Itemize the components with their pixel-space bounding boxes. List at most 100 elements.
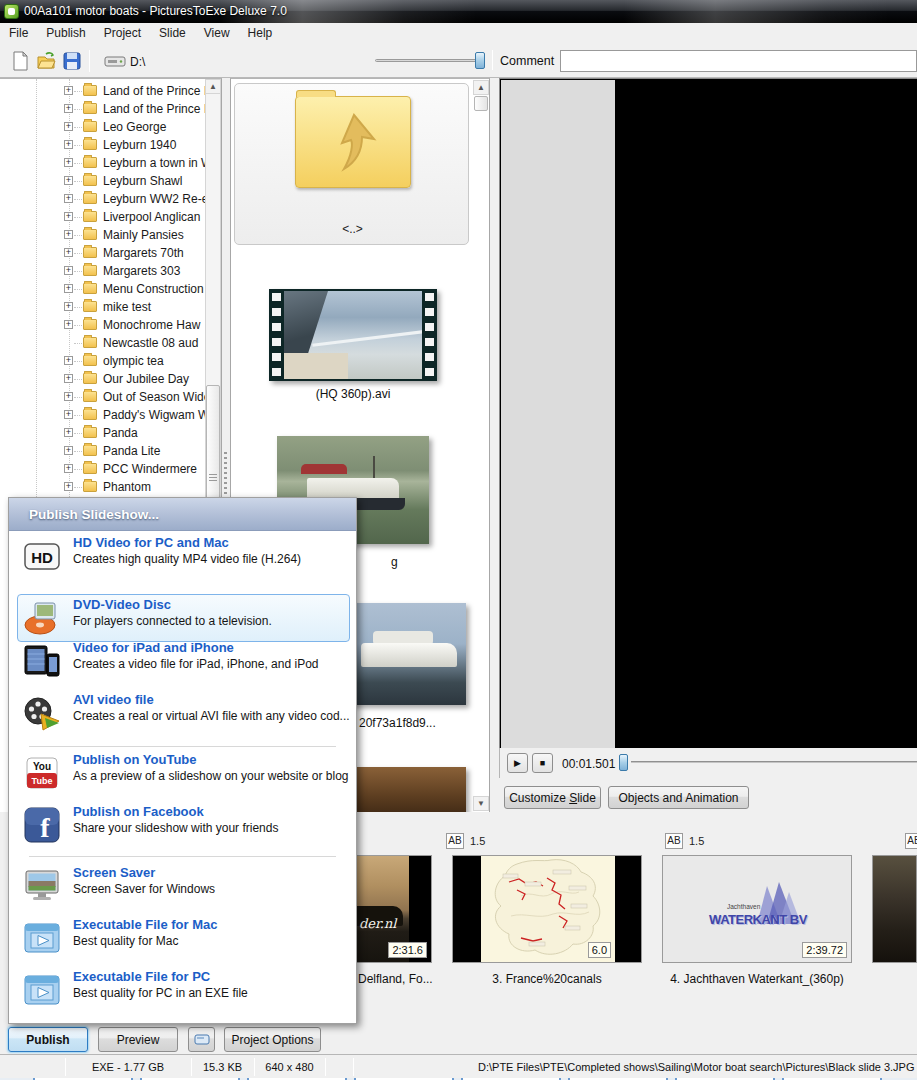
slide-label[interactable]: 3. France%20canals [452, 972, 642, 986]
tree-item[interactable]: Phantom [0, 478, 222, 496]
menu-slide[interactable]: Slide [150, 24, 195, 42]
expand-icon[interactable] [64, 482, 73, 491]
expand-icon[interactable] [64, 158, 73, 167]
tree-item[interactable]: mike test [0, 298, 222, 316]
tree-scrollbar-up-icon[interactable]: ▲ [205, 79, 221, 94]
timeline-slide[interactable]: Jachthaven WATERKANT BV 2:39.72 [662, 855, 852, 963]
expand-icon[interactable] [64, 176, 73, 185]
expand-icon[interactable] [64, 266, 73, 275]
timeline-slide[interactable]: 6.0 [452, 855, 642, 963]
publish-button[interactable]: Publish [8, 1027, 88, 1052]
tree-item[interactable]: Mainly Pansies [0, 226, 222, 244]
thumbnail-size-slider-handle[interactable] [475, 52, 485, 69]
preview-button[interactable]: Preview [98, 1027, 178, 1052]
comment-input[interactable] [560, 50, 917, 72]
seek-slider-handle[interactable] [619, 754, 628, 771]
toolbar-separator [89, 50, 90, 72]
menu-help[interactable]: Help [239, 24, 282, 42]
expand-icon[interactable] [64, 140, 73, 149]
thumbnail-size-slider-track[interactable] [375, 59, 483, 62]
menu-item-hd-video[interactable]: HD HD Video for PC and Mac Creates high … [9, 535, 356, 579]
menu-view[interactable]: View [195, 24, 239, 42]
tree-item[interactable]: Land of the Prince I [0, 82, 222, 100]
tree-item[interactable]: Newcastle 08 aud [0, 334, 222, 352]
project-options-button[interactable]: Project Options [224, 1027, 321, 1052]
expand-icon[interactable] [64, 410, 73, 419]
expand-icon[interactable] [64, 122, 73, 131]
objects-animation-button[interactable]: Objects and Animation [608, 786, 749, 809]
timeline-slide[interactable] [872, 855, 917, 963]
play-button[interactable]: ▶ [507, 753, 528, 773]
menu-item-youtube[interactable]: YouTube Publish on YouTube As a preview … [9, 752, 356, 796]
expand-icon[interactable] [64, 464, 73, 473]
expand-icon[interactable] [64, 428, 73, 437]
expand-icon[interactable] [64, 86, 73, 95]
tree-item[interactable]: Leyburn a town in W [0, 154, 222, 172]
files-scrollbar-up-icon[interactable]: ▲ [473, 80, 489, 95]
tree-item[interactable]: Leyburn 1940 [0, 136, 222, 154]
menu-item-screensaver[interactable]: Screen Saver Screen Saver for Windows [9, 865, 356, 909]
tree-item[interactable]: Land of the Prince I [0, 100, 222, 118]
expand-icon[interactable] [64, 212, 73, 221]
expand-icon[interactable] [64, 446, 73, 455]
customize-slide-button[interactable]: Customize Slide [504, 786, 601, 809]
open-project-icon[interactable] [36, 51, 56, 71]
tree-item[interactable]: Margarets 303 [0, 262, 222, 280]
menu-file[interactable]: File [0, 24, 37, 42]
tree-item[interactable]: Leyburn WW2 Re-e [0, 190, 222, 208]
transition-ab-badge[interactable]: AB [446, 833, 464, 849]
expand-icon[interactable] [64, 284, 73, 293]
menu-item-facebook[interactable]: f Publish on Facebook Share your slidesh… [9, 804, 356, 848]
files-scrollbar-down-icon[interactable]: ▼ [473, 796, 489, 811]
expand-icon[interactable] [64, 194, 73, 203]
expand-icon[interactable] [64, 356, 73, 365]
tree-item[interactable]: Our Jubilee Day [0, 370, 222, 388]
expand-icon[interactable] [64, 302, 73, 311]
transition-ab-badge[interactable]: AB [665, 833, 683, 849]
expand-icon[interactable] [64, 374, 73, 383]
tree-item[interactable]: Leyburn Shawl [0, 172, 222, 190]
expand-icon[interactable] [64, 230, 73, 239]
photo-thumbnail[interactable] [351, 603, 466, 705]
drive-selector[interactable]: D:\ [130, 55, 145, 69]
tree-item[interactable]: Margarets 70th [0, 244, 222, 262]
stop-button[interactable]: ■ [532, 753, 553, 773]
tree-item[interactable]: Panda Lite [0, 442, 222, 460]
expand-icon[interactable] [64, 104, 73, 113]
menu-item-exe-pc[interactable]: Executable File for PC Best quality for … [9, 969, 356, 1013]
new-project-icon[interactable] [10, 51, 30, 71]
menu-item-dvd-video[interactable]: DVD-Video Disc For players connected to … [9, 597, 356, 641]
tree-item[interactable]: Leo George [0, 118, 222, 136]
menu-item-exe-mac[interactable]: Executable File for Mac Best quality for… [9, 917, 356, 961]
tree-item[interactable]: Liverpool Anglican [0, 208, 222, 226]
slide-label[interactable]: Delfland, Fo... [358, 972, 433, 986]
menu-item-avi-video[interactable]: AVI video file Creates a real or virtual… [9, 692, 356, 736]
tree-item[interactable]: Out of Season Wide [0, 388, 222, 406]
files-scrollbar-thumb[interactable] [474, 96, 488, 111]
tree-item[interactable]: Paddy's Wigwam W [0, 406, 222, 424]
video-thumbnail[interactable] [269, 289, 437, 381]
tree-item[interactable]: PCC Windermere [0, 460, 222, 478]
slide-label[interactable]: 4. Jachthaven Waterkant_(360p) [662, 972, 852, 986]
tree-item[interactable]: olympic tea [0, 352, 222, 370]
tree-item[interactable]: Monochrome Haw [0, 316, 222, 334]
tree-item[interactable]: Panda [0, 424, 222, 442]
menu-project[interactable]: Project [95, 24, 150, 42]
tree-connector [74, 379, 82, 380]
fullscreen-icon-button[interactable] [188, 1027, 215, 1052]
expand-icon[interactable] [64, 320, 73, 329]
drive-icon[interactable] [104, 51, 126, 71]
transition-ab-badge[interactable]: AB [905, 833, 917, 849]
expand-icon[interactable] [64, 392, 73, 401]
tree-item[interactable]: Menu Construction [0, 280, 222, 298]
seek-slider-track[interactable] [631, 761, 917, 763]
app-icon[interactable] [4, 4, 19, 19]
menu-item-ipad-video[interactable]: Video for iPad and iPhone Creates a vide… [9, 640, 356, 684]
expand-icon[interactable] [64, 248, 73, 257]
save-project-icon[interactable] [62, 51, 82, 71]
menu-publish[interactable]: Publish [37, 24, 94, 42]
photo-thumbnail[interactable] [351, 767, 466, 812]
folder-icon [83, 265, 97, 276]
panel-splitter[interactable] [224, 452, 227, 502]
up-folder-item[interactable]: <..> [234, 83, 469, 245]
